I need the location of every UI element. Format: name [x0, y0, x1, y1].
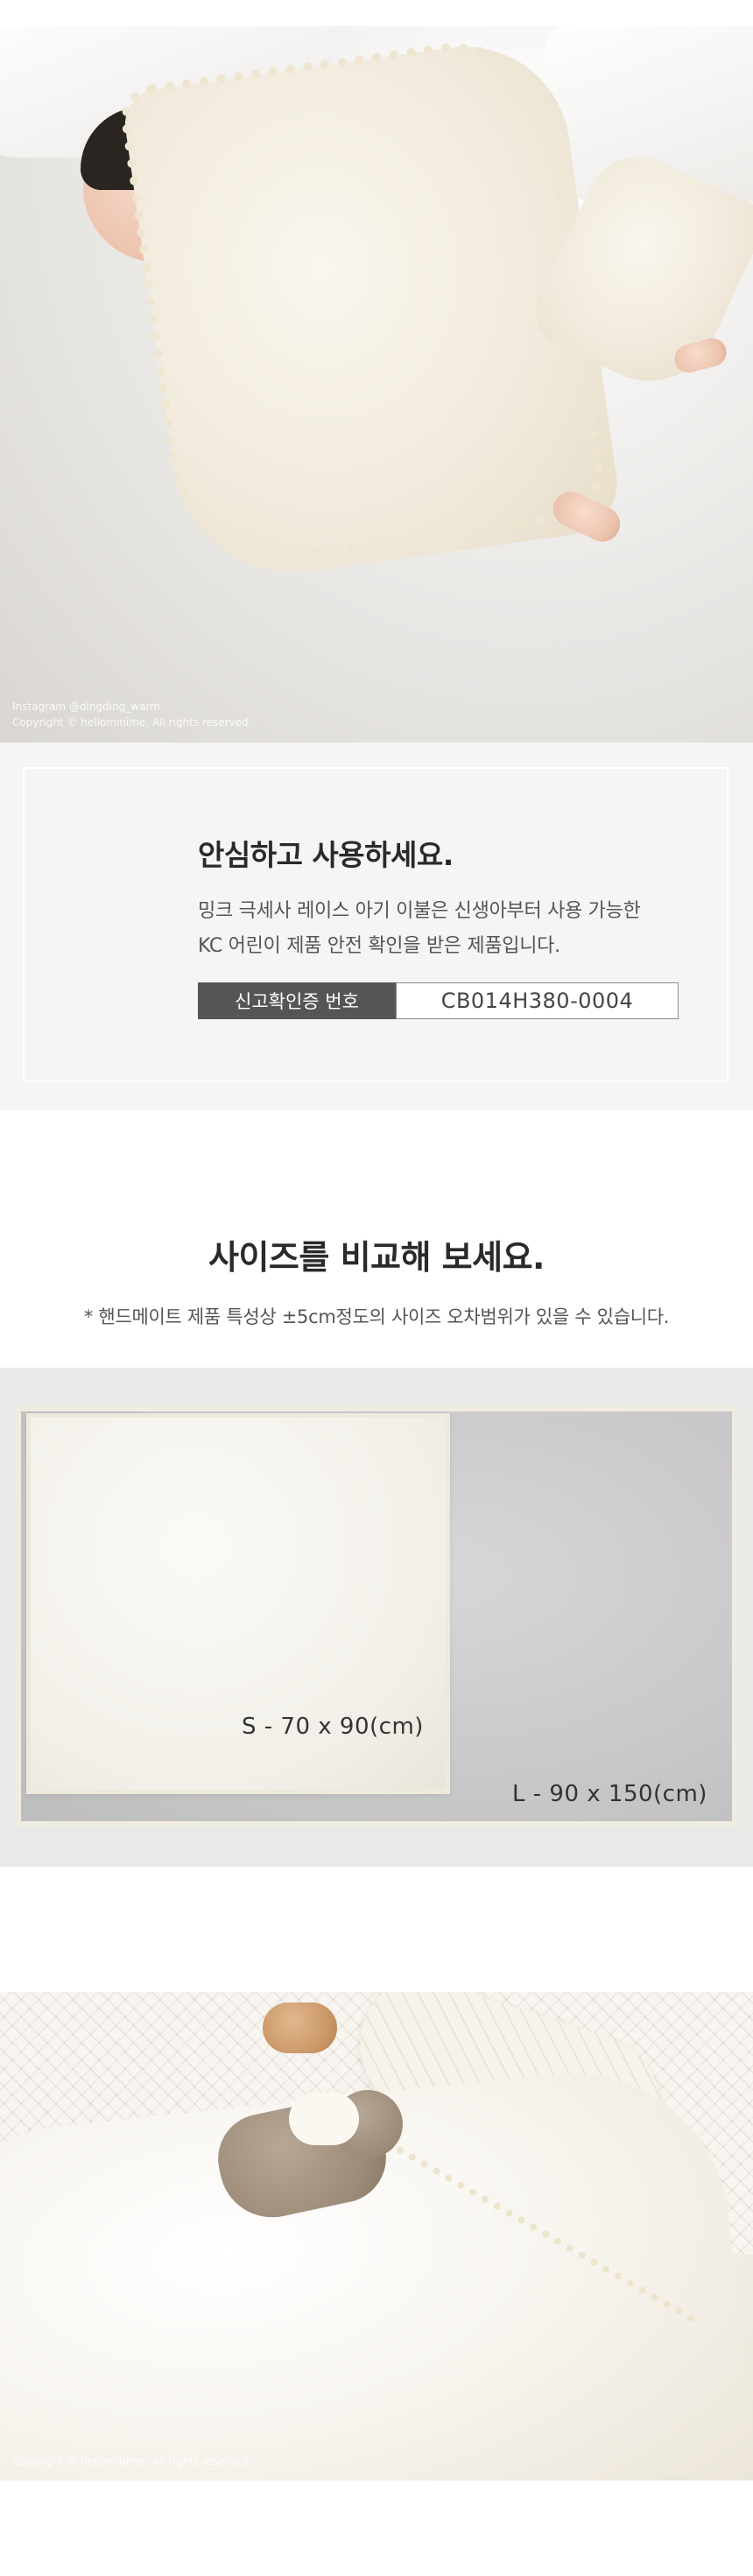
blanket-lace-edge	[116, 29, 610, 575]
cert-number-value: CB014H380-0004	[396, 982, 679, 1019]
credit-copyright: Copyright © hellominime. All rights rese…	[12, 716, 252, 728]
size-compare-photo: S - 70 x 90(cm) L - 90 x 150(cm)	[0, 1368, 753, 1867]
notice-frame	[23, 767, 728, 1082]
lifestyle-photo: Copyright © hellominime. All rights rese…	[0, 1992, 753, 2481]
size-tolerance-note: * 핸드메이트 제품 특성상 ±5cm정도의 사이즈 오차범위가 있을 수 있습…	[83, 1306, 670, 1327]
notice-desc-line2: KC 어린이 제품 안전 확인을 받은 제품입니다.	[198, 935, 560, 957]
notice-title: 안심하고 사용하세요.	[198, 838, 454, 872]
large-size-label: L - 90 x 150(cm)	[512, 1781, 707, 1807]
bear-bib	[289, 2093, 359, 2145]
notice-desc-line1: 밍크 극세사 레이스 아기 이불은 신생아부터 사용 가능한	[198, 900, 641, 922]
wooden-toy-car	[263, 2002, 337, 2053]
hero-photo: Instagram @dingding_warm Copyright © hel…	[0, 26, 753, 743]
size-section-title: 사이즈를 비교해 보세요.	[208, 1238, 545, 1277]
small-size-label: S - 70 x 90(cm)	[242, 1714, 424, 1740]
lifestyle-credit: Copyright © hellominime. All rights rese…	[12, 2455, 252, 2467]
cert-number-label: 신고확인증 번호	[198, 982, 396, 1019]
photo-credit: Instagram @dingding_warm Copyright © hel…	[12, 699, 251, 730]
credit-instagram: Instagram @dingding_warm	[12, 700, 160, 713]
